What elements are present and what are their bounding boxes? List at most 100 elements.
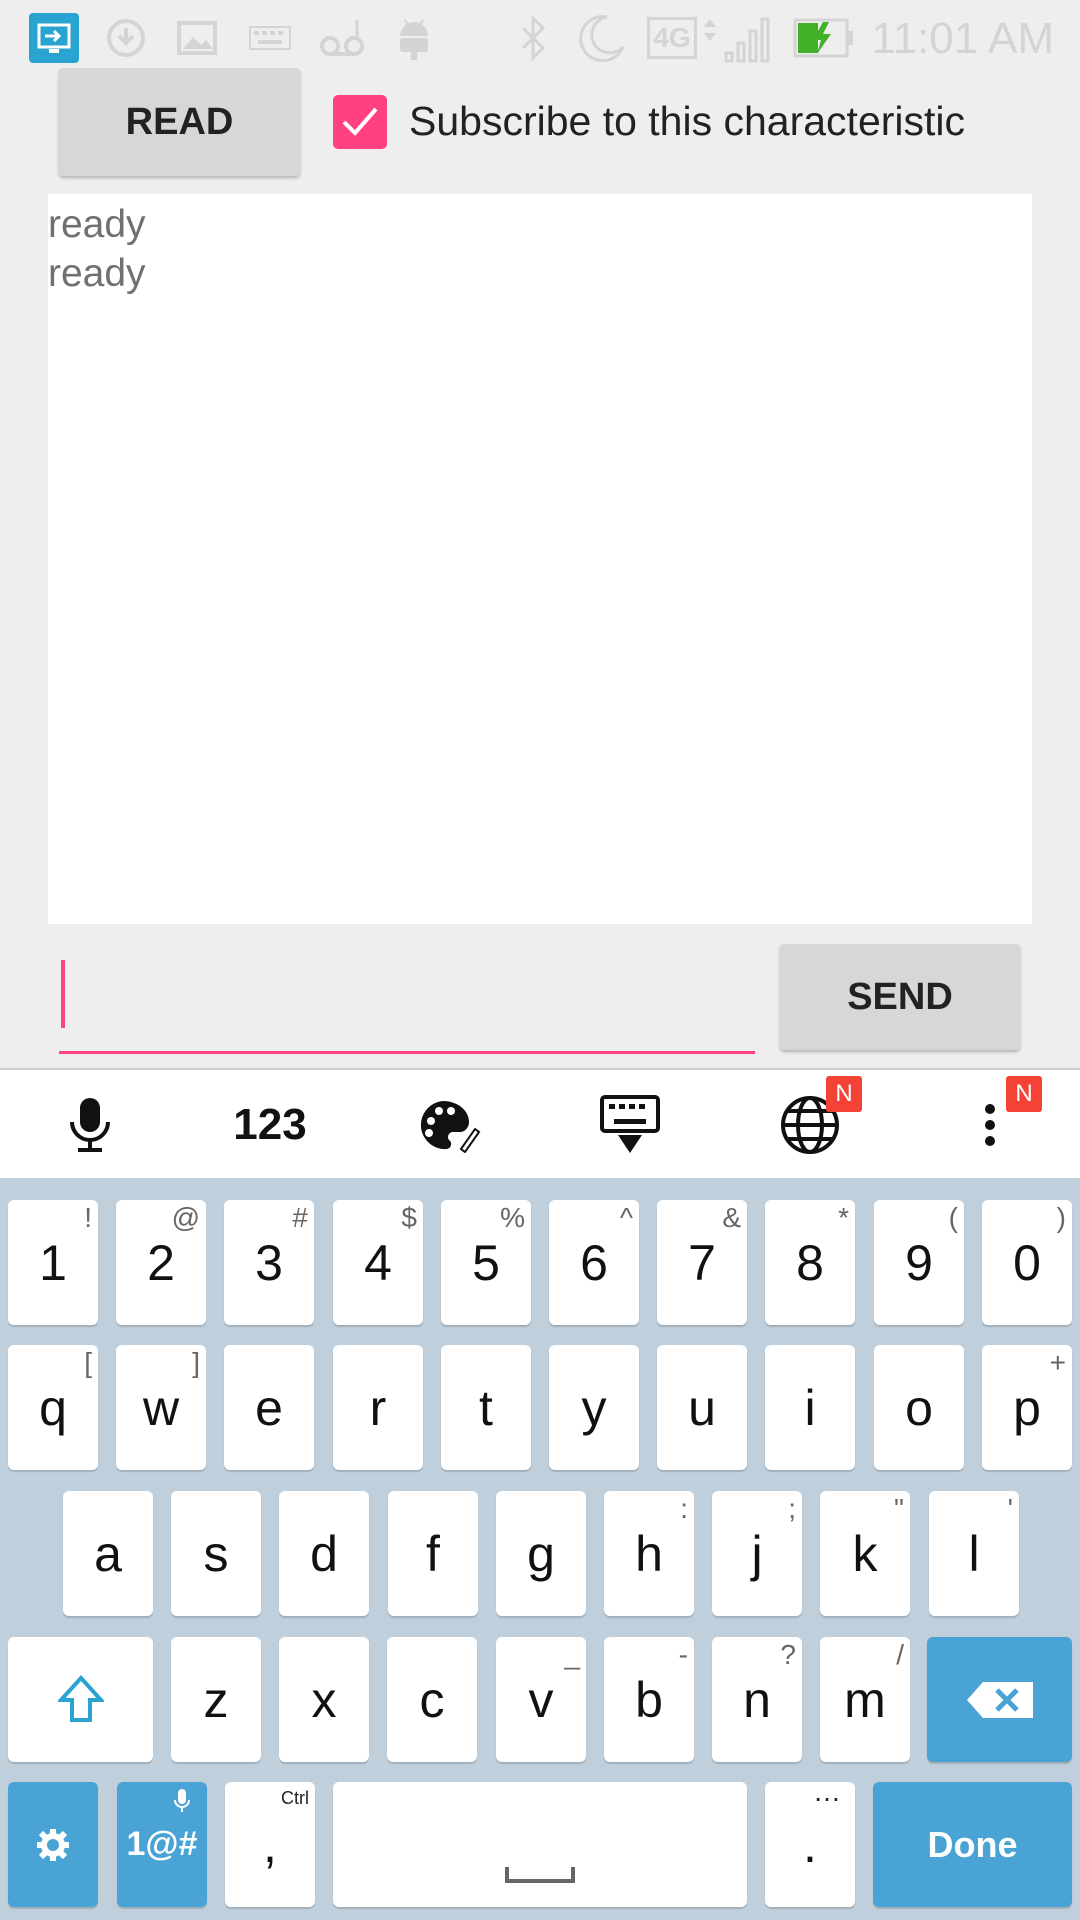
- key-hint: ): [1056, 1202, 1066, 1233]
- key-p[interactable]: p +: [982, 1345, 1072, 1470]
- key-s[interactable]: s: [171, 1491, 261, 1616]
- key-label: 4: [364, 1234, 392, 1291]
- numbers-toggle[interactable]: 123: [220, 1070, 320, 1180]
- key-r[interactable]: r: [333, 1345, 423, 1470]
- read-button[interactable]: READ: [59, 68, 300, 176]
- key-e[interactable]: e: [224, 1345, 314, 1470]
- key-a[interactable]: a: [63, 1491, 153, 1616]
- key-m[interactable]: m /: [820, 1637, 910, 1762]
- shift-icon: [57, 1674, 104, 1722]
- key-label: i: [804, 1379, 816, 1436]
- key-hint: ': [1007, 1493, 1013, 1524]
- key-label: 9: [905, 1234, 933, 1291]
- key-o[interactable]: o: [874, 1345, 964, 1470]
- status-time: 11:01 AM: [871, 14, 1054, 63]
- key-x[interactable]: x: [279, 1637, 369, 1762]
- key-hint: $: [401, 1202, 417, 1233]
- key-hint: #: [292, 1202, 308, 1233]
- settings-key[interactable]: [8, 1782, 98, 1907]
- key-hint: !: [84, 1202, 92, 1233]
- key-label: j: [751, 1525, 763, 1582]
- period-key[interactable]: . …: [765, 1776, 855, 1907]
- key-h[interactable]: h:: [604, 1491, 694, 1616]
- space-key[interactable]: [333, 1782, 747, 1907]
- network-badge: 4G: [647, 12, 697, 64]
- key-w[interactable]: w]: [116, 1345, 206, 1470]
- key-label: y: [581, 1379, 607, 1436]
- keyboard-icon: [248, 12, 292, 64]
- shift-key[interactable]: [8, 1637, 153, 1762]
- key-0[interactable]: 0): [982, 1200, 1072, 1325]
- key-hint: ?: [780, 1639, 796, 1670]
- key-b[interactable]: b-: [604, 1637, 694, 1762]
- key-i[interactable]: i: [765, 1345, 855, 1470]
- palette-icon[interactable]: [400, 1070, 500, 1180]
- download-icon: [104, 12, 148, 64]
- log-line: ready: [48, 203, 146, 246]
- key-hint: ^: [619, 1202, 633, 1233]
- key-label: r: [369, 1379, 387, 1436]
- key-k[interactable]: k ": [820, 1491, 910, 1616]
- key-y[interactable]: y: [549, 1345, 639, 1470]
- key-v[interactable]: v _: [496, 1637, 586, 1762]
- key-label: x: [311, 1671, 337, 1728]
- symbols-key[interactable]: 1@#: [117, 1782, 207, 1907]
- key-3[interactable]: 3 #: [224, 1200, 314, 1325]
- ellipsis-hint: …: [813, 1776, 841, 1807]
- key-label: 0: [1013, 1234, 1041, 1291]
- key-label: z: [203, 1671, 229, 1728]
- key-u[interactable]: u: [657, 1345, 747, 1470]
- key-z[interactable]: z: [171, 1637, 261, 1762]
- key-label: p: [1013, 1379, 1041, 1436]
- key-label: g: [527, 1525, 555, 1582]
- key-q[interactable]: q[: [8, 1345, 98, 1470]
- key-4[interactable]: 4 $: [333, 1200, 423, 1325]
- key-label: f: [426, 1525, 440, 1582]
- key-7[interactable]: 7 &: [657, 1200, 747, 1325]
- message-input[interactable]: [59, 950, 755, 1054]
- comma-key-label: ,: [263, 1816, 277, 1873]
- key-c[interactable]: c: [387, 1637, 477, 1762]
- key-label: a: [94, 1525, 122, 1582]
- key-j[interactable]: j;: [712, 1491, 802, 1616]
- key-hint: _: [564, 1639, 580, 1670]
- subscribe-checkbox[interactable]: [333, 95, 387, 149]
- key-hint: :: [680, 1493, 688, 1524]
- key-hint: ": [894, 1493, 904, 1524]
- send-button[interactable]: SEND: [780, 944, 1020, 1050]
- key-9[interactable]: 9(: [874, 1200, 964, 1325]
- key-label: t: [479, 1379, 493, 1436]
- key-label: v: [528, 1671, 554, 1728]
- key-2[interactable]: 2 @: [116, 1200, 206, 1325]
- key-5[interactable]: 5%: [441, 1200, 531, 1325]
- key-label: h: [635, 1525, 663, 1582]
- key-hint: ;: [788, 1493, 796, 1524]
- key-label: 6: [580, 1234, 608, 1291]
- subscribe-label[interactable]: Subscribe to this characteristic: [409, 98, 965, 145]
- microphone-icon[interactable]: [40, 1070, 140, 1180]
- key-6[interactable]: 6 ^: [549, 1200, 639, 1325]
- signal-icon: [698, 12, 778, 64]
- hide-keyboard-icon[interactable]: [580, 1070, 680, 1180]
- key-label: k: [852, 1525, 878, 1582]
- key-label: 3: [255, 1234, 283, 1291]
- done-key[interactable]: Done: [873, 1782, 1072, 1907]
- key-f[interactable]: f: [388, 1491, 478, 1616]
- checkmark-icon: [342, 107, 378, 136]
- comma-key[interactable]: , Ctrl: [225, 1782, 315, 1907]
- key-label: m: [844, 1671, 886, 1728]
- key-n[interactable]: n?: [712, 1637, 802, 1762]
- key-hint: &: [722, 1202, 741, 1233]
- key-d[interactable]: d: [279, 1491, 369, 1616]
- key-l[interactable]: l ': [929, 1491, 1019, 1616]
- key-label: o: [905, 1379, 933, 1436]
- key-8[interactable]: 8 *: [765, 1200, 855, 1325]
- key-t[interactable]: t: [441, 1345, 531, 1470]
- key-1[interactable]: 1!: [8, 1200, 98, 1325]
- mic-hint-icon: [173, 1788, 191, 1821]
- backspace-key[interactable]: [927, 1637, 1072, 1762]
- battery-charging-icon: [792, 12, 856, 64]
- key-hint: -: [678, 1639, 688, 1670]
- key-g[interactable]: g: [496, 1491, 586, 1616]
- key-hint: *: [838, 1202, 849, 1233]
